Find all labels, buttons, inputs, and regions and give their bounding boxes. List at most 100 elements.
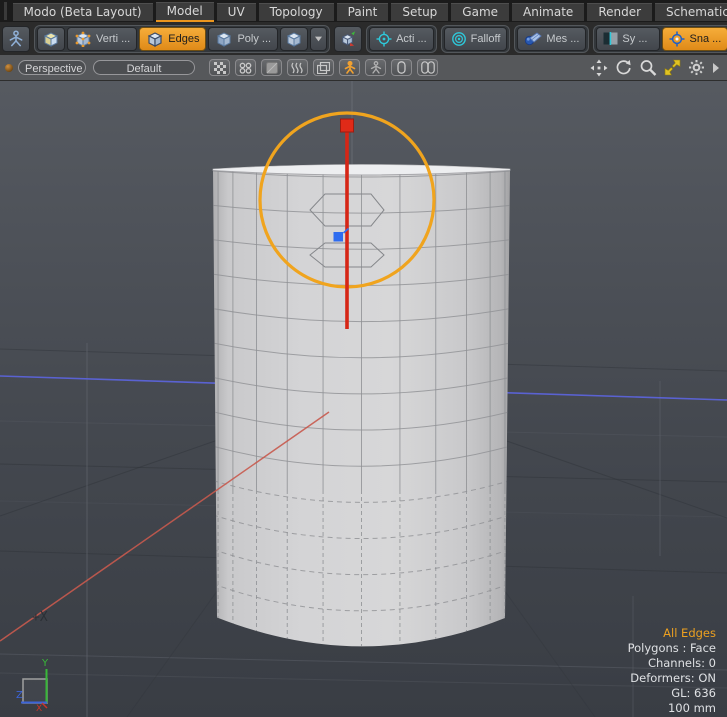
gizmo-plane-square[interactable] (23, 679, 47, 703)
viewport-scene: +X Y Z X All Edges Polygons : Face Chann… (0, 81, 727, 717)
magnifier-icon (639, 59, 657, 77)
checkerboard-icon (214, 62, 226, 74)
status-deformers: Deformers: ON (630, 671, 716, 685)
edges-mode-button[interactable]: Edges (139, 27, 206, 51)
status-selection-mode: All Edges (663, 626, 716, 640)
viewport-header: Perspective Default (0, 55, 727, 81)
axis-hint-label: +X (32, 610, 48, 625)
tab-render[interactable]: Render (587, 3, 652, 21)
double-capsule-toggle[interactable] (417, 59, 438, 76)
vertices-cube-icon (74, 30, 92, 47)
polygons-cube-icon (215, 30, 233, 47)
tab-paint[interactable]: Paint (337, 3, 389, 21)
extra-cube-icon (285, 30, 303, 47)
cylinder-mesh[interactable] (213, 165, 510, 647)
tab-schematic-fusion[interactable]: Schematic Fusion (655, 3, 727, 21)
capsule-toggle[interactable] (391, 59, 412, 76)
shading-texture-toggle[interactable] (209, 59, 230, 76)
shaded-solid-toggle[interactable] (261, 59, 282, 76)
vertex-display-toggle[interactable] (235, 59, 256, 76)
orbit-icon (615, 59, 632, 76)
falloff-button[interactable]: Falloff (444, 27, 508, 51)
four-dots-icon (239, 62, 252, 74)
overlap-squares-icon (317, 62, 330, 74)
status-units: 100 mm (668, 701, 716, 715)
status-polygons: Polygons : Face (628, 641, 716, 655)
pan-icon (590, 59, 608, 77)
flyout-arrow-icon (712, 62, 720, 74)
capsule-icon (397, 61, 406, 74)
orbit-tool-button[interactable] (615, 59, 632, 76)
vertices-mode-button[interactable]: Verti ... (67, 27, 137, 51)
item-actor-mode-button[interactable] (2, 26, 30, 52)
snapping-label: Sna ... (689, 33, 721, 45)
falloff-icon (451, 31, 467, 47)
status-channels: Channels: 0 (648, 656, 716, 670)
solid-square-icon (266, 62, 278, 74)
pivot-cube-icon (339, 30, 357, 48)
extra-mode-button[interactable] (280, 27, 308, 51)
figure-inactive-toggle[interactable] (365, 59, 386, 76)
mesh-paint-label: Mes ... (546, 33, 579, 45)
chevron-down-icon (315, 36, 322, 42)
tab-game[interactable]: Game (451, 3, 509, 21)
snap-point-blue-square[interactable] (334, 232, 344, 242)
mesh-paint-icon (524, 31, 542, 47)
zoom-tool-button[interactable] (639, 59, 657, 77)
menubar-drag-handle[interactable] (4, 2, 7, 20)
tab-model[interactable]: Model (156, 2, 214, 22)
actor-icon (7, 29, 25, 48)
center-pivot-mode-button[interactable] (334, 26, 362, 52)
tab-topology[interactable]: Topology (259, 3, 334, 21)
items-mode-button[interactable] (37, 27, 65, 51)
symmetry-button[interactable]: Sy ... (596, 27, 660, 51)
tab-modo-layout[interactable]: Modo (Beta Layout) (13, 3, 153, 21)
viewport-state-dot[interactable] (5, 64, 13, 72)
waves-icon (291, 62, 304, 74)
action-center-icon (376, 31, 392, 47)
action-center-button[interactable]: Acti ... (369, 27, 434, 51)
edges-label: Edges (168, 33, 199, 45)
edges-cube-icon (146, 30, 164, 47)
double-capsule-icon (421, 61, 435, 74)
polygons-label: Poly ... (237, 33, 271, 45)
viewport-nav-controls (590, 59, 720, 77)
snapping-icon (669, 31, 685, 47)
polygons-mode-button[interactable]: Poly ... (208, 27, 278, 51)
maximize-viewport-button[interactable] (664, 59, 681, 76)
status-gl: GL: 636 (671, 686, 716, 700)
viewport-flyout-button[interactable] (712, 62, 720, 74)
figure-outline-icon (370, 61, 382, 74)
tool-handle-red-square[interactable] (341, 119, 354, 132)
view-type-dropdown[interactable]: Perspective (18, 60, 86, 75)
mode-dropdown-button[interactable] (310, 27, 327, 51)
viewport-3d[interactable]: +X Y Z X All Edges Polygons : Face Chann… (0, 81, 727, 717)
viewport-settings-button[interactable] (688, 59, 705, 76)
vertices-label: Verti ... (96, 33, 130, 45)
maximize-icon (664, 59, 681, 76)
symmetry-label: Sy ... (622, 33, 647, 45)
mesh-paint-button[interactable]: Mes ... (517, 27, 586, 51)
wireframe-overlay-toggle[interactable] (287, 59, 308, 76)
pan-tool-button[interactable] (590, 59, 608, 77)
falloff-label: Falloff (471, 33, 501, 45)
toolbar: Verti ... Edges Poly ... (0, 22, 727, 55)
gizmo-z-label: Z (16, 690, 23, 701)
selection-mode-group: Verti ... Edges Poly ... (34, 25, 330, 53)
ghosting-toggle[interactable] (313, 59, 334, 76)
symmetry-snap-group: Sy ... Sna ... Sele ... (593, 25, 727, 53)
modo-window: { "menubar": { "tabs": [ {"label":"Modo … (0, 0, 727, 717)
gizmo-y-label: Y (41, 658, 49, 669)
deformers-enable-toggle[interactable] (339, 59, 360, 76)
tab-animate[interactable]: Animate (512, 3, 584, 21)
mesh-paint-group: Mes ... (514, 25, 589, 53)
gizmo-x-label: X (36, 704, 42, 714)
view-preset-dropdown[interactable]: Default (93, 60, 195, 75)
tab-setup[interactable]: Setup (391, 3, 448, 21)
symmetry-icon (603, 32, 618, 45)
action-center-group: Acti ... (366, 25, 437, 53)
tab-uv[interactable]: UV (217, 3, 256, 21)
snapping-button[interactable]: Sna ... (662, 27, 727, 51)
menubar: Modo (Beta Layout) Model UV Topology Pai… (0, 0, 727, 22)
figure-active-icon (344, 61, 356, 74)
